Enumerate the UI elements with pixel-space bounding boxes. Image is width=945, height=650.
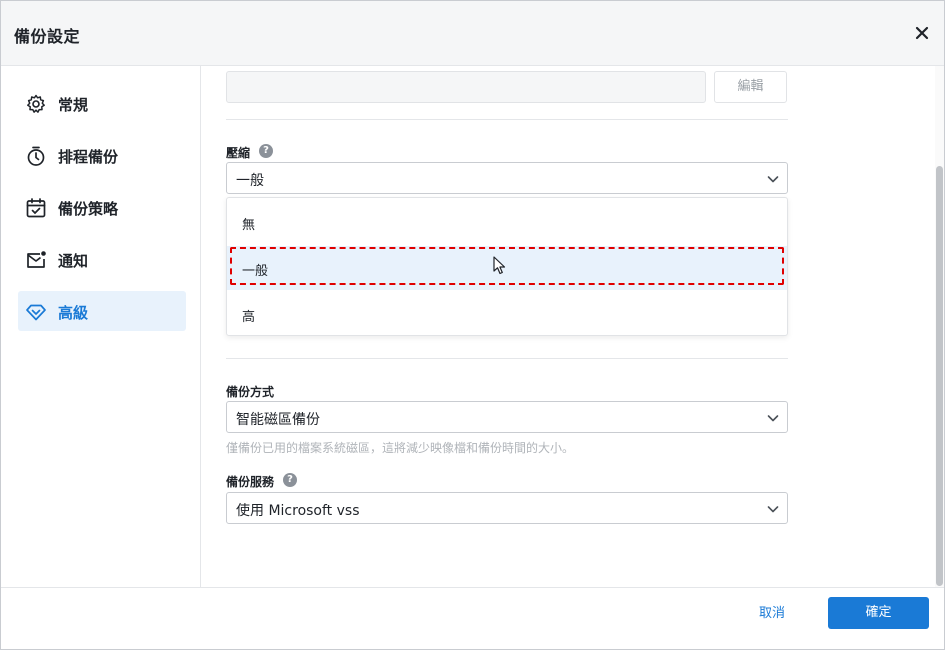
sidebar-item-strategy[interactable]: 備份策略 xyxy=(18,187,186,227)
divider xyxy=(226,119,788,120)
backup-mode-hint: 僅備份已用的檔案系統磁區，這將減少映像檔和備份時間的大小。 xyxy=(226,441,575,455)
close-icon xyxy=(915,26,929,40)
dialog-footer: 取消 確定 xyxy=(1,587,944,649)
settings-content: 編輯 壓縮 ? 一般 備份方式 智能磁區備份 僅備份已用的檔案系統磁區，這將減少… xyxy=(202,66,935,587)
divider xyxy=(226,358,788,359)
help-icon[interactable]: ? xyxy=(259,144,273,158)
compression-dropdown-menu: 無 一般 高 xyxy=(226,197,788,336)
sidebar-item-notification[interactable]: 通知 xyxy=(18,239,186,279)
scrollbar-thumb[interactable] xyxy=(936,166,943,586)
compression-select[interactable]: 一般 xyxy=(226,162,788,194)
readonly-text-field xyxy=(226,71,706,103)
sidebar: 常規 排程備份 備份策略 通知 高級 xyxy=(1,66,201,587)
gear-icon xyxy=(27,94,45,113)
content-scrollbar[interactable] xyxy=(935,66,944,587)
sidebar-item-label: 通知 xyxy=(58,252,89,270)
diamond-icon xyxy=(26,304,46,321)
title-bar: 備份設定 xyxy=(1,1,944,66)
sidebar-item-label: 備份策略 xyxy=(58,200,119,218)
dropdown-option-none[interactable]: 無 xyxy=(227,200,787,244)
sidebar-item-general[interactable]: 常規 xyxy=(18,83,186,123)
chevron-down-icon xyxy=(767,506,779,513)
backup-mode-label: 備份方式 xyxy=(226,385,275,399)
backup-service-select[interactable]: 使用 Microsoft vss xyxy=(226,492,788,524)
dialog-title: 備份設定 xyxy=(14,27,81,46)
sidebar-item-advanced[interactable]: 高級 xyxy=(18,291,186,331)
dropdown-option-normal[interactable]: 一般 xyxy=(227,246,787,290)
edit-button[interactable]: 編輯 xyxy=(714,71,787,103)
option-label: 高 xyxy=(242,310,256,325)
cancel-button[interactable]: 取消 xyxy=(736,598,808,630)
chevron-down-icon xyxy=(767,415,779,422)
sidebar-item-schedule[interactable]: 排程備份 xyxy=(18,135,186,175)
timer-icon xyxy=(27,146,45,166)
dropdown-option-high[interactable]: 高 xyxy=(227,292,787,336)
select-value: 一般 xyxy=(236,173,264,189)
sidebar-item-label: 排程備份 xyxy=(58,148,119,166)
backup-settings-dialog: 備份設定 常規 排程備份 備份策略 通知 高級 編輯 壓縮 ? 一般 備份方式 … xyxy=(0,0,945,650)
calendar-check-icon xyxy=(26,198,46,218)
ok-button[interactable]: 確定 xyxy=(828,597,929,629)
option-label: 無 xyxy=(242,218,256,233)
sidebar-item-label: 常規 xyxy=(58,96,89,114)
highlight-annotation-box xyxy=(230,247,784,285)
compression-label: 壓縮 xyxy=(226,146,251,160)
backup-mode-select[interactable]: 智能磁區備份 xyxy=(226,401,788,433)
close-button[interactable] xyxy=(912,23,932,43)
mouse-cursor-icon xyxy=(493,256,506,275)
chevron-down-icon xyxy=(767,176,779,183)
backup-service-label: 備份服務 xyxy=(226,475,275,489)
help-icon[interactable]: ? xyxy=(283,473,297,487)
sidebar-item-label: 高級 xyxy=(58,304,89,322)
mail-icon xyxy=(27,251,46,268)
select-value: 智能磁區備份 xyxy=(236,412,320,428)
select-value: 使用 Microsoft vss xyxy=(236,503,360,519)
